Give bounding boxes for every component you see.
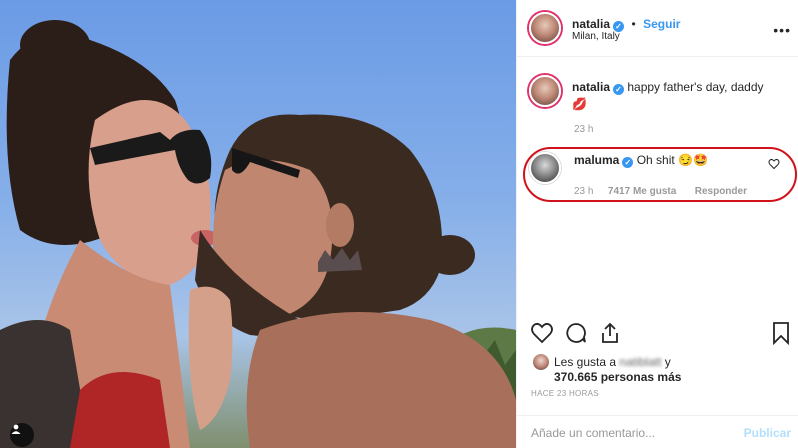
comment-likes[interactable]: 7417 Me gusta bbox=[608, 186, 676, 197]
caption-username[interactable]: natalia bbox=[572, 80, 610, 94]
follow-button[interactable]: Seguir bbox=[643, 17, 680, 31]
post-header: natalia ✓ • Seguir Milan, Italy ••• bbox=[517, 0, 798, 57]
liker-avatar[interactable] bbox=[533, 354, 549, 370]
reply-button[interactable]: Responder bbox=[695, 186, 747, 197]
comment-input[interactable] bbox=[531, 424, 731, 442]
bookmark-icon[interactable] bbox=[771, 321, 791, 345]
likes-prefix: Les gusta a bbox=[554, 355, 617, 369]
comment: maluma ✓ Oh shit 😏🤩 bbox=[574, 153, 708, 168]
caption-emoji: 💋 bbox=[572, 97, 587, 111]
add-comment-bar: Publicar bbox=[517, 415, 798, 448]
photo-illustration bbox=[0, 20, 516, 448]
heart-icon[interactable] bbox=[530, 321, 554, 345]
likes-count[interactable]: 370.665 personas más bbox=[554, 370, 681, 384]
caption: natalia ✓ happy father's day, daddy 💋 bbox=[572, 80, 787, 111]
caption-text: happy father's day, daddy bbox=[627, 80, 764, 94]
likes-suffix: y bbox=[664, 355, 671, 369]
verified-icon: ✓ bbox=[622, 157, 634, 168]
likes-summary: Les gusta a natiblatt y bbox=[554, 355, 671, 369]
person-icon bbox=[11, 424, 21, 434]
comment-text: Oh shit bbox=[636, 153, 675, 167]
post-photo[interactable] bbox=[0, 0, 516, 448]
comment-avatar[interactable] bbox=[529, 152, 561, 184]
post-location[interactable]: Milan, Italy bbox=[572, 31, 620, 42]
liker-username[interactable]: natiblatt bbox=[619, 355, 661, 369]
caption-avatar[interactable] bbox=[529, 75, 561, 107]
comment-meta: 23 h 7417 Me gusta Responder bbox=[574, 181, 747, 199]
author-avatar[interactable] bbox=[529, 12, 561, 44]
comment-time[interactable]: 23 h bbox=[574, 186, 593, 197]
publish-button[interactable]: Publicar bbox=[744, 426, 791, 440]
comment-icon[interactable] bbox=[564, 321, 588, 345]
tagged-people-button[interactable] bbox=[10, 423, 34, 447]
comment-username[interactable]: maluma bbox=[574, 153, 619, 167]
caption-time[interactable]: 23 h bbox=[574, 124, 593, 135]
more-options-icon[interactable]: ••• bbox=[773, 22, 791, 38]
author-username[interactable]: natalia bbox=[572, 17, 610, 31]
share-icon[interactable] bbox=[598, 321, 622, 345]
verified-icon: ✓ bbox=[613, 84, 625, 95]
action-bar bbox=[517, 318, 798, 348]
comment-emoji: 😏🤩 bbox=[678, 153, 708, 167]
post-side-panel: natalia ✓ • Seguir Milan, Italy ••• natal… bbox=[516, 0, 798, 448]
comment-like-heart-icon[interactable] bbox=[768, 158, 780, 170]
post-timestamp[interactable]: HACE 23 HORAS bbox=[531, 389, 599, 398]
